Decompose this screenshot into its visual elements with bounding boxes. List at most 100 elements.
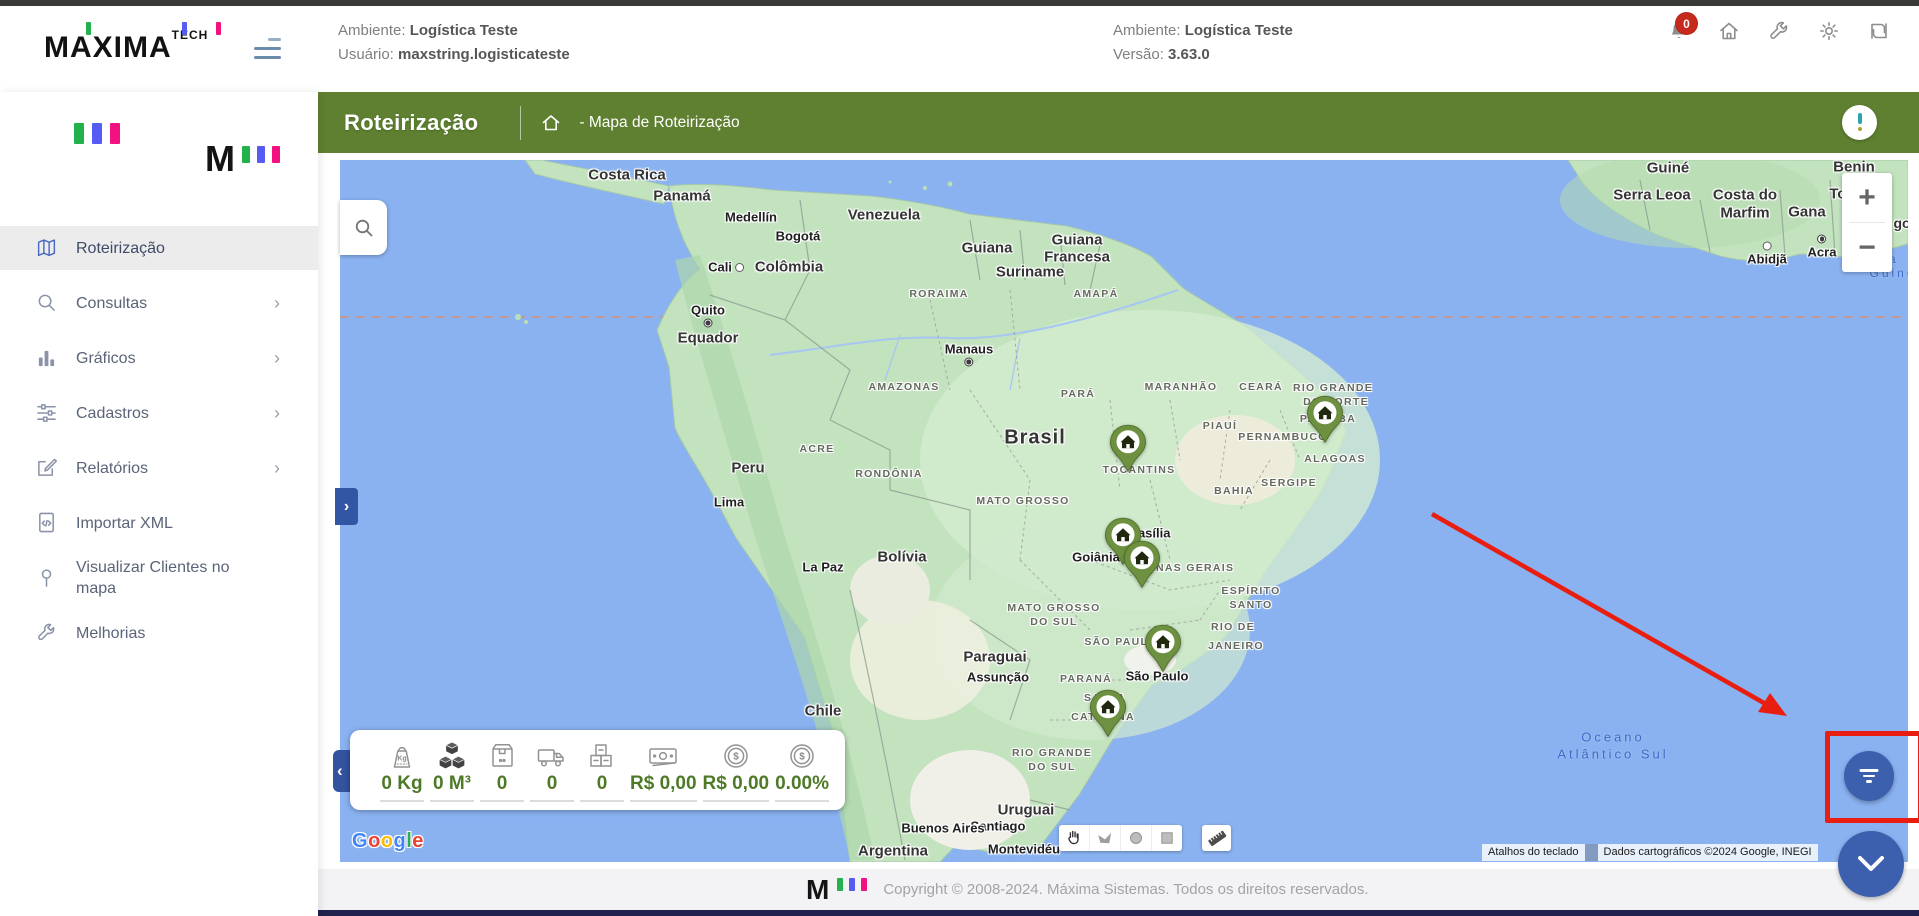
sidebar-item-label: Melhorias bbox=[76, 624, 146, 642]
map-data-attribution[interactable]: Dados cartográficos ©2024 Google, INEGI bbox=[1597, 844, 1818, 861]
ambiente-label: Ambiente: bbox=[338, 22, 406, 39]
zoom-out-button[interactable]: − bbox=[1842, 223, 1892, 272]
map-marker-pin[interactable] bbox=[1144, 624, 1182, 673]
stat-value: 0.00% bbox=[775, 772, 829, 794]
sidebar-item-roteirizacao[interactable]: Roteirização bbox=[0, 226, 318, 270]
logo-text: maxima bbox=[44, 31, 172, 64]
svg-text:$: $ bbox=[799, 751, 805, 762]
logo-suffix: TECH bbox=[171, 28, 209, 42]
stat-value: 0 M³ bbox=[433, 772, 471, 794]
sidebar-item-label: Gráficos bbox=[76, 349, 136, 367]
percent-coin-icon: $ bbox=[785, 739, 819, 771]
sidebar-menu: Roteirização Consultas › Gráficos › Cadastros… bbox=[0, 226, 318, 666]
stat-cubes: 0 M³ bbox=[430, 739, 474, 802]
bell-icon[interactable]: 0 bbox=[1668, 13, 1697, 44]
chevron-right-icon: › bbox=[274, 292, 280, 313]
sidebar-item-importar-xml[interactable]: Importar XML bbox=[0, 501, 318, 545]
google-logo-letter: o bbox=[368, 830, 381, 852]
map-marker-pin[interactable] bbox=[1123, 540, 1161, 589]
stat-value: 0 bbox=[596, 772, 608, 794]
money-icon bbox=[646, 739, 680, 771]
sidebar-item-label: Cadastros bbox=[76, 404, 149, 422]
breadcrumb: - Mapa de Roteirização bbox=[579, 113, 740, 131]
stat-value: 0 Kg bbox=[381, 772, 423, 794]
home-icon[interactable] bbox=[1718, 20, 1742, 44]
sidebar-item-consultas[interactable]: Consultas › bbox=[0, 281, 318, 325]
google-logo[interactable]: Google bbox=[352, 830, 424, 853]
google-logo-letter: e bbox=[412, 830, 424, 852]
scroll-down-button[interactable] bbox=[1838, 831, 1904, 897]
ambiente-value: Logística Teste bbox=[1184, 22, 1293, 39]
measure-ruler-button[interactable] bbox=[1202, 825, 1231, 851]
stat-value: R$ 0,00 bbox=[702, 772, 770, 794]
environment-info-left: Ambiente: Logística Teste Usuário: maxst… bbox=[338, 19, 570, 67]
coin-icon: $ bbox=[719, 739, 753, 771]
draw-circle-button[interactable] bbox=[1120, 825, 1151, 851]
search-icon bbox=[355, 219, 373, 237]
sidebar-item-label: Relatórios bbox=[76, 459, 149, 477]
m-logo-icon: M bbox=[205, 141, 280, 177]
sidebar-item-label: Consultas bbox=[76, 294, 148, 312]
filter-button[interactable] bbox=[1844, 751, 1894, 801]
header-icon-row: 0 bbox=[1668, 12, 1892, 52]
side-panel-toggle[interactable]: › bbox=[335, 488, 358, 525]
stat-value: R$ 0,00 bbox=[630, 772, 697, 794]
chevron-right-icon: › bbox=[274, 402, 280, 423]
map-search-button[interactable] bbox=[340, 200, 387, 255]
wrench-icon bbox=[36, 622, 58, 644]
usuario-label: Usuário: bbox=[338, 46, 394, 63]
stat-value: 0 bbox=[496, 772, 508, 794]
stat-percent-coin: $0.00% bbox=[775, 739, 829, 802]
footer-logo-copyright: M Copyright © 2008-2024. Máxima Sistemas… bbox=[806, 869, 1369, 910]
file-code-icon bbox=[36, 512, 58, 534]
menu-toggle-icon[interactable] bbox=[253, 36, 283, 62]
app-header: maximaTECH Ambiente: Logística Teste Usu… bbox=[0, 6, 1919, 92]
sidebar-item-cadastros[interactable]: Cadastros › bbox=[0, 391, 318, 435]
draw-rectangle-button[interactable] bbox=[1151, 825, 1182, 851]
map-marker-pin[interactable] bbox=[1109, 424, 1147, 473]
ambiente-label: Ambiente: bbox=[1113, 22, 1181, 39]
map-icon bbox=[36, 237, 58, 259]
totals-bar: Kg 0 Kg 0 M³ 0 0 0 R$ 0,00 $ R$ 0,00 $0.00% bbox=[350, 730, 845, 810]
divider bbox=[1584, 844, 1598, 861]
weight-icon: Kg bbox=[385, 739, 419, 771]
page-title: Roteirização bbox=[344, 109, 479, 135]
shekel-icon[interactable] bbox=[1868, 20, 1892, 44]
svg-text:Kg: Kg bbox=[397, 755, 406, 762]
chevron-right-icon: › bbox=[274, 347, 280, 368]
chevron-right-icon: › bbox=[274, 457, 280, 478]
stat-crate: 0 bbox=[580, 739, 624, 802]
map-attribution: Atalhos do teclado Dados cartográficos ©… bbox=[1482, 844, 1818, 861]
sidebar-item-visualizar-clientes-no-mapa[interactable]: Visualizar Clientes no mapa bbox=[0, 556, 318, 600]
truck-icon bbox=[535, 739, 569, 771]
alert-button[interactable] bbox=[1842, 105, 1877, 140]
sidebar-item-melhorias[interactable]: Melhorias bbox=[0, 611, 318, 655]
divider bbox=[520, 105, 522, 140]
zoom-in-button[interactable]: + bbox=[1842, 173, 1892, 222]
svg-text:$: $ bbox=[733, 751, 739, 762]
map-marker-pin[interactable] bbox=[1089, 689, 1127, 738]
sidebar-item-graficos[interactable]: Gráficos › bbox=[0, 336, 318, 380]
sidebar: M Roteirização Consultas › Gráficos › Cadastr… bbox=[0, 92, 318, 916]
filter-icon bbox=[1859, 769, 1879, 783]
draw-polygon-button[interactable] bbox=[1089, 825, 1120, 851]
page-bar: Roteirização - Mapa de Roteirização bbox=[318, 92, 1919, 153]
usuario-value: maxstring.logisticateste bbox=[398, 46, 570, 63]
sliders-icon bbox=[36, 402, 58, 424]
map-marker-pin[interactable] bbox=[1306, 395, 1344, 444]
sidebar-item-label: Roteirização bbox=[76, 239, 165, 257]
sidebar-item-relatorios[interactable]: Relatórios › bbox=[0, 446, 318, 490]
keyboard-shortcuts-link[interactable]: Atalhos do teclado bbox=[1482, 844, 1585, 861]
footer-strip bbox=[318, 910, 1919, 916]
breadcrumb-home-icon[interactable] bbox=[541, 113, 561, 133]
map-draw-toolbar bbox=[1059, 825, 1182, 851]
gear-icon[interactable] bbox=[1818, 20, 1842, 44]
wrench-icon[interactable] bbox=[1768, 20, 1792, 44]
search-icon bbox=[36, 292, 58, 314]
maxima-tech-logo: maximaTECH bbox=[44, 22, 244, 72]
logo-bars-icon bbox=[74, 123, 120, 144]
stat-package: 0 bbox=[480, 739, 524, 802]
copyright-text: Copyright © 2008-2024. Máxima Sistemas. … bbox=[883, 881, 1369, 898]
crate-icon bbox=[585, 739, 619, 771]
pan-hand-button[interactable] bbox=[1059, 825, 1089, 851]
